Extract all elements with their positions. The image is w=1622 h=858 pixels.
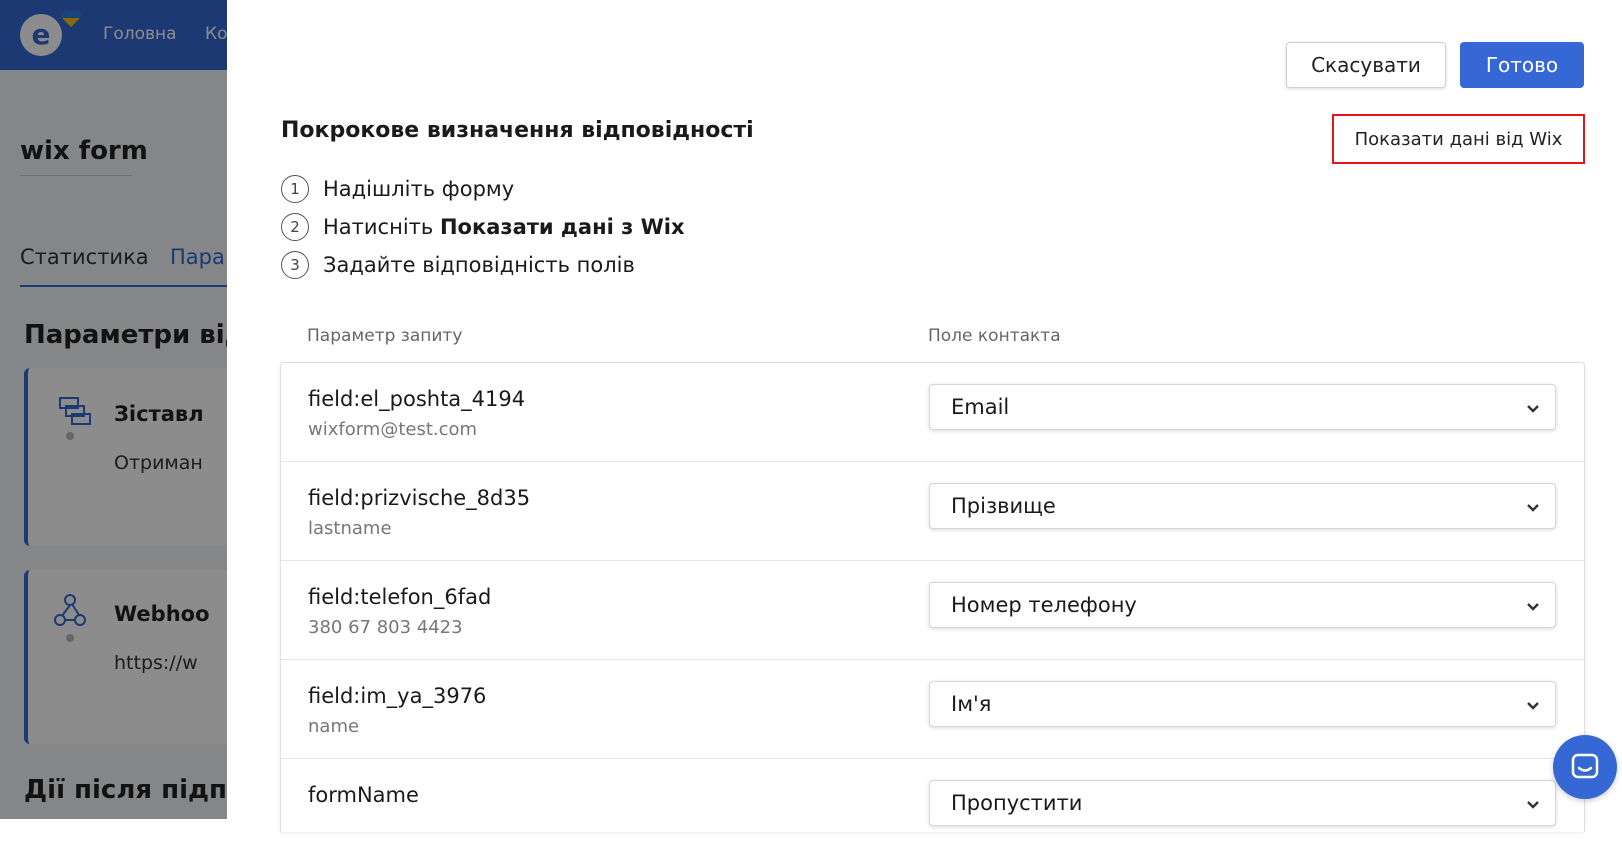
param-name: field:telefon_6fad xyxy=(308,585,492,609)
table-row: field:el_poshta_4194 wixform@test.com Em… xyxy=(281,363,1584,462)
contact-field-select[interactable]: Номер телефону xyxy=(929,582,1556,628)
cancel-button[interactable]: Скасувати xyxy=(1286,42,1446,88)
param-value: wixform@test.com xyxy=(308,419,478,440)
step-text: Натисніть xyxy=(323,215,440,239)
table-row: formName Пропустити xyxy=(281,759,1584,858)
done-button[interactable]: Готово xyxy=(1460,42,1584,88)
step-number: 2 xyxy=(281,213,309,241)
column-header-contact: Поле контакта xyxy=(928,326,1061,346)
contact-field-select[interactable]: Пропустити xyxy=(929,780,1556,826)
chevron-down-icon xyxy=(1527,702,1539,710)
param-value: lastname xyxy=(308,518,392,539)
select-value: Номер телефону xyxy=(951,593,1137,617)
chevron-down-icon xyxy=(1527,801,1539,809)
table-row: field:telefon_6fad 380 67 803 4423 Номер… xyxy=(281,561,1584,660)
step-text-bold: Показати дані з Wix xyxy=(439,215,685,239)
select-value: Email xyxy=(951,395,1010,419)
step-2: 2 Натисніть Показати дані з Wix xyxy=(281,213,685,241)
step-1: 1 Надішліть форму xyxy=(281,175,514,203)
param-name: field:prizvische_8d35 xyxy=(308,486,531,510)
contact-field-select[interactable]: Ім'я xyxy=(929,681,1556,727)
mapping-table: field:el_poshta_4194 wixform@test.com Em… xyxy=(280,362,1585,832)
mapping-modal: Скасувати Готово Показати дані від Wix П… xyxy=(227,0,1622,832)
param-name: formName xyxy=(308,783,419,807)
column-header-param: Параметр запиту xyxy=(307,326,463,346)
step-text: Задайте відповідність полів xyxy=(323,253,635,277)
chat-icon xyxy=(1571,753,1599,779)
select-value: Ім'я xyxy=(951,692,992,716)
chevron-down-icon xyxy=(1527,504,1539,512)
chat-widget-button[interactable] xyxy=(1553,735,1617,799)
show-wix-data-button[interactable]: Показати дані від Wix xyxy=(1332,114,1585,164)
select-value: Пропустити xyxy=(951,791,1083,815)
chevron-down-icon xyxy=(1527,405,1539,413)
table-row: field:prizvische_8d35 lastname Прізвище xyxy=(281,462,1584,561)
modal-title: Покрокове визначення відповідності xyxy=(281,118,754,143)
table-row: field:im_ya_3976 name Ім'я xyxy=(281,660,1584,759)
select-value: Прізвище xyxy=(951,494,1056,518)
step-number: 3 xyxy=(281,251,309,279)
contact-field-select[interactable]: Email xyxy=(929,384,1556,430)
param-value: 380 67 803 4423 xyxy=(308,617,463,638)
param-name: field:im_ya_3976 xyxy=(308,684,487,708)
param-value: name xyxy=(308,716,360,737)
chevron-down-icon xyxy=(1527,603,1539,611)
step-3: 3 Задайте відповідність полів xyxy=(281,251,635,279)
step-text: Надішліть форму xyxy=(323,177,515,201)
contact-field-select[interactable]: Прізвище xyxy=(929,483,1556,529)
step-number: 1 xyxy=(281,175,309,203)
param-name: field:el_poshta_4194 xyxy=(308,387,526,411)
